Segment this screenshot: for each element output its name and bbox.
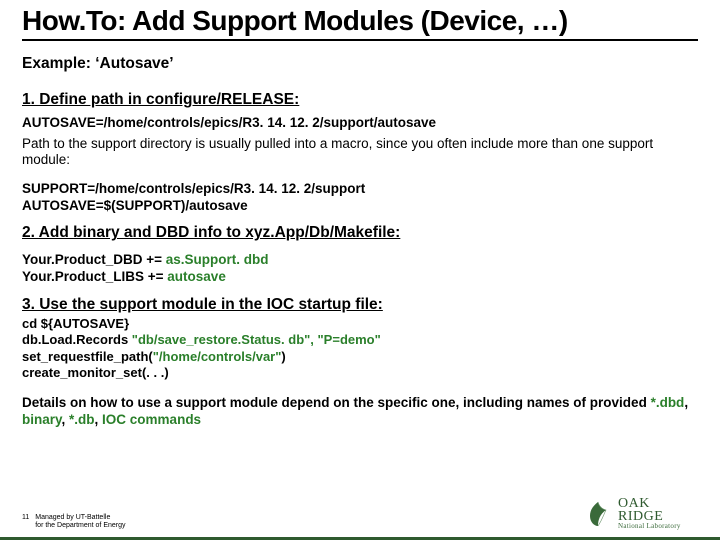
details-s2: , [62, 412, 70, 427]
details-s3: , [95, 412, 103, 427]
step2-l1a: Your.Product_DBD += [22, 252, 166, 267]
step3-l4c: ) [164, 365, 168, 380]
step3-l3b: "/home/controls/var" [153, 349, 282, 364]
oak-leaf-icon [584, 500, 612, 528]
step2-l1b: as.Support. dbd [166, 252, 269, 267]
step3-l4a: create_monitor_set( [22, 365, 146, 380]
example-label: Example: ‘Autosave’ [22, 55, 698, 73]
step3-heading: 3. Use the support module in the IOC sta… [22, 296, 698, 314]
ornl-logo: OAK RIDGE National Laboratory [584, 496, 704, 532]
details-g4: IOC commands [102, 412, 201, 427]
step1-code2a: SUPPORT=/home/controls/epics/R3. 14. 12.… [22, 181, 698, 198]
step1-note: Path to the support directory is usually… [22, 136, 698, 168]
title-rule [22, 39, 698, 41]
details-pre: Details on how to use a support module d… [22, 395, 651, 410]
details-s1: , [684, 395, 688, 410]
step3-l3c: ) [281, 349, 285, 364]
step2-heading: 2. Add binary and DBD info to xyz.App/Db… [22, 224, 698, 242]
step3-l2a: db.Load.Records [22, 332, 132, 347]
step1-heading: 1. Define path in configure/RELEASE: [22, 91, 698, 109]
step3-lines: cd ${AUTOSAVE} db.Load.Records "db/save_… [22, 316, 698, 381]
step3-l4b: . . . [146, 365, 164, 380]
footer-text: Managed by UT-Battelle for the Departmen… [35, 514, 125, 530]
logo-text: OAK RIDGE National Laboratory [618, 498, 681, 529]
page-number: 11 [22, 514, 29, 522]
step2-l2b: autosave [167, 269, 226, 284]
details-g2: binary [22, 412, 62, 427]
step3-l2b: "db/save_restore.Status. db", "P=demo" [132, 332, 381, 347]
logo-nl: National Laboratory [618, 523, 681, 529]
footer-line2: for the Department of Energy [35, 522, 125, 529]
details-g3: *.db [69, 412, 95, 427]
details-paragraph: Details on how to use a support module d… [22, 395, 698, 429]
step2-l2a: Your.Product_LIBS += [22, 269, 167, 284]
slide-title: How.To: Add Support Modules (Device, …) [22, 6, 698, 35]
slide: How.To: Add Support Modules (Device, …) … [0, 0, 720, 540]
footer-line1: Managed by UT-Battelle [35, 514, 110, 521]
step3-l3a: set_requestfile_path( [22, 349, 153, 364]
step1-code1: AUTOSAVE=/home/controls/epics/R3. 14. 12… [22, 115, 698, 132]
details-g1: *.dbd [651, 395, 685, 410]
step3-l1: cd ${AUTOSAVE} [22, 316, 129, 331]
footer: 11 Managed by UT-Battelle for the Depart… [22, 514, 126, 530]
step2-lines: Your.Product_DBD += as.Support. dbd Your… [22, 252, 698, 286]
step1-code2b: AUTOSAVE=$(SUPPORT)/autosave [22, 198, 698, 215]
